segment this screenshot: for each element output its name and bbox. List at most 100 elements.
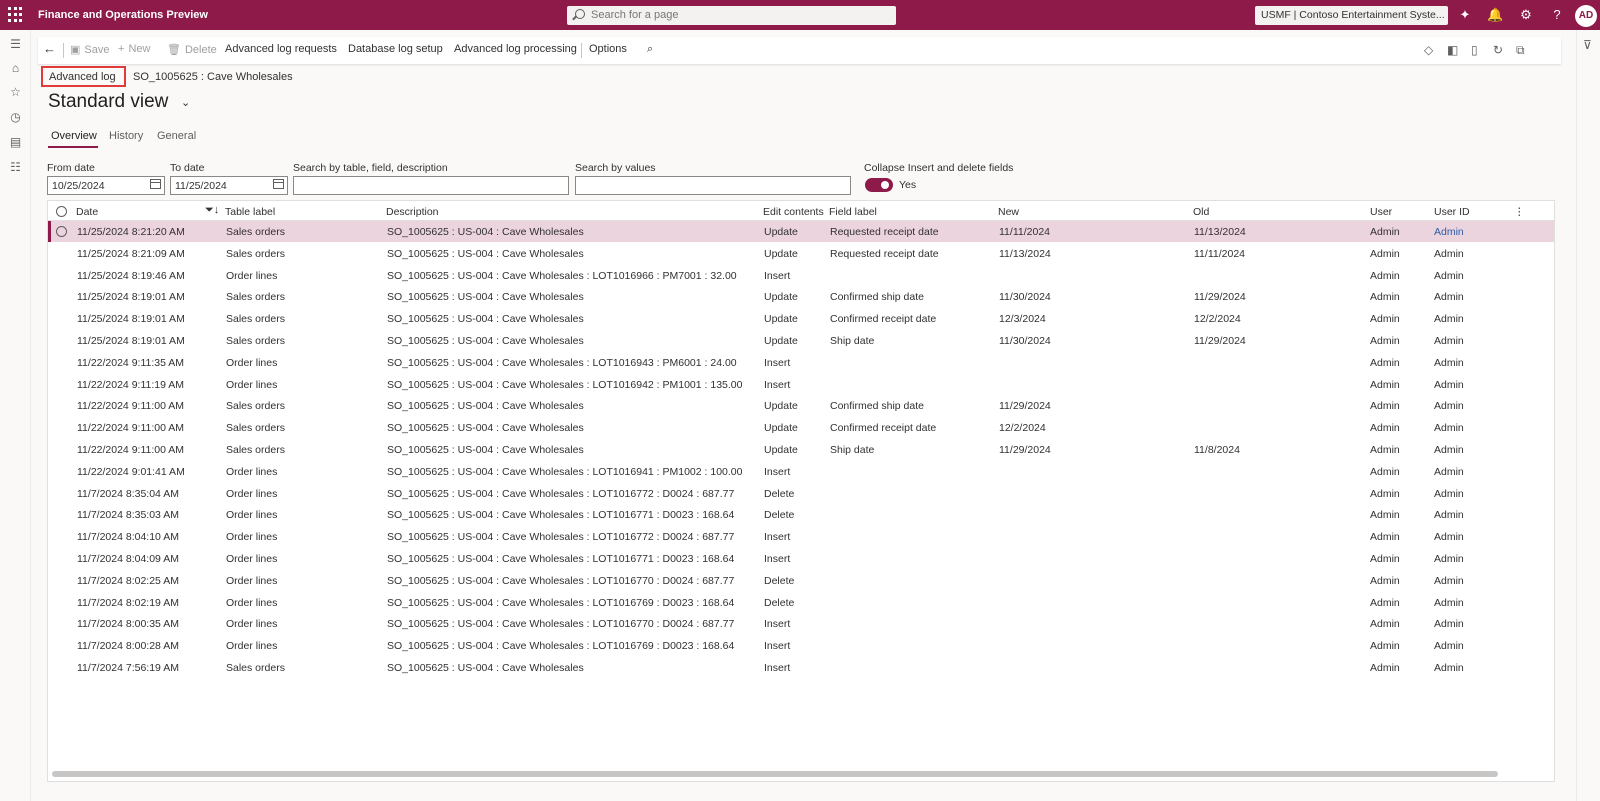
row-select-radio[interactable] (56, 226, 67, 237)
table-row[interactable]: 11/22/2024 9:11:00 AM Sales orders SO_1005… (48, 417, 1554, 438)
new-button[interactable]: + New (118, 43, 150, 55)
cell-user-id: Admin (1434, 400, 1464, 413)
page-search-input[interactable]: Search for a page (567, 6, 896, 25)
delete-button[interactable]: 🗑 Delete (167, 43, 217, 56)
copilot-icon[interactable]: ✦ (1457, 7, 1473, 23)
table-row[interactable]: 11/22/2024 9:11:00 AM Sales orders SO_1005… (48, 439, 1554, 460)
table-row[interactable]: 11/7/2024 8:00:28 AM Order lines SO_100562… (48, 635, 1554, 656)
table-row[interactable]: 11/7/2024 8:02:19 AM Order lines SO_100562… (48, 592, 1554, 613)
table-row[interactable]: 11/7/2024 8:04:10 AM Order lines SO_100562… (48, 526, 1554, 547)
table-row[interactable]: 11/7/2024 8:04:09 AM Order lines SO_100562… (48, 548, 1554, 569)
cell-description: SO_1005625 : US-004 : Cave Wholesales : … (387, 509, 735, 522)
cell-user-id: Admin (1434, 553, 1464, 565)
search-values-input[interactable] (575, 176, 851, 195)
table-row[interactable]: 11/25/2024 8:19:01 AM Sales orders SO_1005… (48, 308, 1554, 329)
column-header-edit-contents[interactable]: Edit contents (763, 206, 824, 218)
table-row[interactable]: 11/22/2024 9:01:41 AM Order lines SO_10056… (48, 461, 1554, 482)
column-header-field-label[interactable]: Field label (829, 206, 877, 218)
cell-description: SO_1005625 : US-004 : Cave Wholesales (387, 226, 584, 238)
cell-table-label: Order lines (226, 487, 278, 500)
action-search-icon[interactable]: ⌕ (647, 43, 653, 56)
save-button[interactable]: ▣ Save (70, 43, 109, 56)
home-icon[interactable]: ⌂ (8, 61, 23, 76)
from-date-field[interactable]: 10/25/2024 (47, 176, 165, 195)
select-all-radio[interactable] (56, 206, 67, 217)
recent-icon[interactable]: ◷ (8, 110, 23, 125)
power-apps-icon[interactable]: ◇ (1424, 43, 1433, 57)
cell-date: 11/22/2024 9:11:35 AM (77, 356, 185, 369)
app-launcher-icon[interactable] (8, 7, 24, 23)
open-new-window-icon[interactable]: ⧉ (1516, 43, 1525, 58)
advanced-log-requests-button[interactable]: Advanced log requests (225, 43, 337, 55)
column-header-description[interactable]: Description (386, 206, 439, 218)
table-row[interactable]: 11/22/2024 9:11:19 AM Order lines SO_10056… (48, 374, 1554, 395)
database-log-setup-button[interactable]: Database log setup (348, 43, 443, 55)
to-date-field[interactable]: 11/25/2024 (170, 176, 288, 195)
to-date-label: To date (170, 162, 205, 174)
workspaces-icon[interactable]: ▤ (8, 135, 23, 150)
cell-description: SO_1005625 : US-004 : Cave Wholesales : … (387, 553, 735, 565)
column-header-table-label[interactable]: Table label (225, 206, 275, 218)
column-header-user-id[interactable]: User ID (1434, 206, 1470, 218)
cell-old: 11/29/2024 (1194, 291, 1246, 304)
table-row[interactable]: 11/7/2024 8:35:04 AM Order lines SO_100562… (48, 483, 1554, 504)
cell-description: SO_1005625 : US-004 : Cave Wholesales (387, 335, 584, 347)
filter-sort-icon[interactable]: ⏷↓ (205, 204, 219, 217)
cell-user-id: Admin (1434, 444, 1464, 456)
cell-user-id[interactable]: Admin (1434, 226, 1464, 238)
table-row[interactable]: 11/25/2024 8:19:01 AM Sales orders SO_1005… (48, 286, 1554, 307)
divider (63, 43, 64, 58)
horizontal-scrollbar[interactable] (52, 771, 1498, 777)
cell-description: SO_1005625 : US-004 : Cave Wholesales (387, 400, 584, 413)
chevron-down-icon[interactable]: ⌄ (181, 96, 190, 109)
table-row[interactable]: 11/7/2024 8:00:35 AM Order lines SO_100562… (48, 613, 1554, 634)
attachments-icon[interactable]: ▯ (1471, 43, 1478, 57)
column-header-user[interactable]: User (1370, 206, 1392, 218)
column-header-new[interactable]: New (998, 206, 1019, 218)
tab-history[interactable]: History (109, 130, 143, 142)
cell-user: Admin (1370, 531, 1400, 544)
column-header-date[interactable]: Date (76, 206, 98, 218)
cell-old: 11/29/2024 (1194, 335, 1246, 347)
cell-edit-contents: Update (764, 226, 798, 238)
breadcrumb-advanced-log[interactable]: Advanced log (41, 66, 126, 87)
trash-icon: 🗑 (167, 44, 181, 56)
calendar-icon[interactable] (273, 179, 284, 189)
settings-icon[interactable]: ⚙ (1518, 7, 1534, 23)
table-row[interactable]: 11/25/2024 8:21:20 AM Sales orders SO_1005… (48, 221, 1554, 242)
favorites-icon[interactable]: ☆ (8, 85, 23, 100)
table-row[interactable]: 11/25/2024 8:21:09 AM Sales orders SO_1005… (48, 243, 1554, 264)
help-icon[interactable]: ? (1549, 7, 1565, 23)
company-picker[interactable]: USMF | Contoso Entertainment Syste... (1255, 6, 1448, 25)
modules-icon[interactable]: ☷ (8, 160, 23, 175)
collapse-toggle[interactable] (865, 178, 893, 192)
filter-icon[interactable]: ⊽ (1583, 38, 1592, 52)
back-arrow-icon[interactable]: ← (43, 41, 56, 56)
hamburger-icon[interactable]: ☰ (8, 37, 23, 52)
cell-date: 11/7/2024 8:02:19 AM (77, 596, 179, 609)
search-table-input[interactable] (293, 176, 569, 195)
view-title[interactable]: Standard view (48, 91, 168, 113)
cell-table-label: Order lines (226, 378, 278, 391)
table-row[interactable]: 11/22/2024 9:11:35 AM Order lines SO_10056… (48, 352, 1554, 373)
advanced-log-processing-button[interactable]: Advanced log processing (454, 43, 577, 55)
table-row[interactable]: 11/7/2024 8:35:03 AM Order lines SO_100562… (48, 504, 1554, 525)
user-avatar[interactable]: AD (1575, 5, 1597, 27)
table-row[interactable]: 11/25/2024 8:19:46 AM Order lines SO_10056… (48, 265, 1554, 286)
table-row[interactable]: 11/7/2024 8:02:25 AM Order lines SO_100562… (48, 570, 1554, 591)
table-row[interactable]: 11/7/2024 7:56:19 AM Sales orders SO_10056… (48, 657, 1554, 678)
cell-new: 11/30/2024 (999, 291, 1051, 304)
office-icon[interactable]: ◧ (1447, 43, 1458, 57)
table-row[interactable]: 11/25/2024 8:19:01 AM Sales orders SO_1005… (48, 330, 1554, 351)
column-header-old[interactable]: Old (1193, 206, 1209, 218)
cell-new: 11/30/2024 (999, 335, 1051, 347)
tab-general[interactable]: General (157, 130, 196, 142)
options-button[interactable]: Options (589, 43, 627, 55)
table-row[interactable]: 11/22/2024 9:11:00 AM Sales orders SO_1005… (48, 395, 1554, 416)
column-options-icon[interactable]: ⋮ (1514, 206, 1525, 218)
calendar-icon[interactable] (150, 179, 161, 189)
tab-overview[interactable]: Overview (51, 130, 97, 142)
cell-date: 11/7/2024 8:35:04 AM (77, 487, 179, 500)
refresh-icon[interactable]: ↻ (1493, 43, 1503, 57)
notifications-icon[interactable]: 🔔 (1487, 7, 1503, 23)
